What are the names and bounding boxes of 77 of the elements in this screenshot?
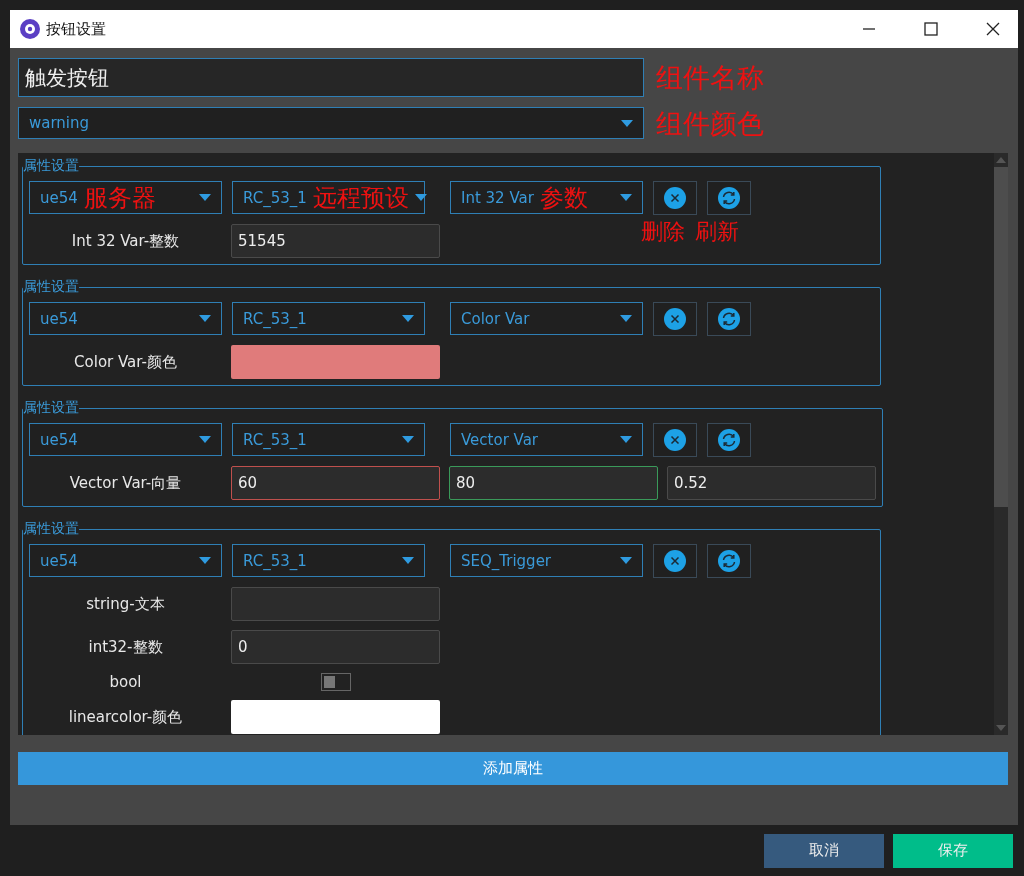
caret-icon [402, 557, 414, 564]
toggle-switch[interactable] [320, 673, 351, 691]
group-legend: 属性设置 [23, 399, 79, 417]
caret-icon [199, 436, 211, 443]
dropdown[interactable]: Int 32 Var 参数 [450, 181, 643, 214]
field-label: string-文本 [85, 594, 166, 614]
color-dropdown[interactable]: warning [18, 107, 644, 139]
dropdown[interactable]: RC_53_1 远程预设 [232, 181, 425, 214]
refresh-icon [718, 429, 740, 451]
caret-icon [620, 557, 632, 564]
annotation-label: 组件颜色 [656, 109, 764, 137]
dropdown[interactable]: Vector Var [450, 423, 643, 456]
value-field[interactable]: 0 [231, 630, 440, 664]
close-icon [664, 187, 686, 209]
annotation-label: 参数 [539, 185, 588, 210]
refresh-button[interactable] [707, 302, 751, 336]
value-field[interactable] [231, 587, 440, 621]
dropdown[interactable]: ue54 [29, 302, 222, 335]
dropdown[interactable]: Color Var [450, 302, 643, 335]
color-swatch[interactable] [231, 345, 440, 379]
caret-icon [402, 436, 414, 443]
caret-icon [199, 315, 211, 322]
annotation-label: 远程预设 [312, 185, 409, 210]
group-legend: 属性设置 [23, 520, 79, 538]
caret-icon [620, 194, 632, 201]
add-property-button[interactable]: 添加属性 [18, 752, 1008, 785]
dropdown[interactable]: RC_53_1 [232, 302, 425, 335]
caret-icon [199, 194, 211, 201]
group-legend: 属性设置 [23, 278, 79, 296]
refresh-button[interactable] [707, 181, 751, 215]
field-label: bool [108, 673, 143, 691]
field-label: int32-整数 [87, 637, 164, 657]
delete-button[interactable] [653, 423, 697, 457]
field-label: Color Var-颜色 [73, 352, 178, 372]
delete-button[interactable] [653, 181, 697, 215]
refresh-icon [718, 308, 740, 330]
dropdown[interactable]: ue54 服务器 [29, 181, 222, 214]
delete-button[interactable] [653, 302, 697, 336]
caret-icon [402, 315, 414, 322]
value-field[interactable]: 0.52 [667, 466, 876, 500]
field-label: Int 32 Var-整数 [70, 231, 181, 251]
refresh-button[interactable] [707, 544, 751, 578]
cancel-button[interactable]: 取消 [764, 833, 884, 868]
color-swatch[interactable] [231, 700, 440, 734]
value-field[interactable]: 51545 [231, 224, 440, 258]
group-legend: 属性设置 [23, 157, 79, 175]
dropdown[interactable]: RC_53_1 [232, 544, 425, 577]
dropdown[interactable]: RC_53_1 [232, 423, 425, 456]
annotation-label: 刷新 [695, 221, 739, 243]
refresh-icon [718, 187, 740, 209]
refresh-button[interactable] [707, 423, 751, 457]
annotation-label: 服务器 [83, 185, 156, 210]
annotation-label: 组件名称 [656, 64, 764, 91]
name-field[interactable]: 触发按钮 [18, 58, 644, 97]
caret-icon [620, 315, 632, 322]
field-label: linearcolor-颜色 [67, 707, 184, 727]
dropdown[interactable]: ue54 [29, 544, 222, 577]
window-title: 按钮设置 [46, 19, 106, 39]
delete-button[interactable] [653, 544, 697, 578]
caret-icon [199, 557, 211, 564]
maximize-icon[interactable] [924, 22, 938, 36]
close-icon [664, 308, 686, 330]
scrollbar-thumb[interactable] [994, 167, 1008, 507]
annotation-label: 删除 [641, 221, 685, 243]
close-icon [664, 550, 686, 572]
field-label: Vector Var-向量 [68, 473, 183, 493]
value-field[interactable]: 60 [231, 466, 440, 500]
scrollbar[interactable] [994, 153, 1008, 735]
dropdown[interactable]: ue54 [29, 423, 222, 456]
caret-icon [620, 436, 632, 443]
dropdown[interactable]: SEQ_Trigger [450, 544, 643, 577]
close-icon [664, 429, 686, 451]
value-field[interactable]: 80 [449, 466, 658, 500]
refresh-icon [718, 550, 740, 572]
caret-icon [414, 194, 427, 201]
caret-icon [621, 119, 633, 127]
close-icon[interactable] [986, 22, 1000, 36]
